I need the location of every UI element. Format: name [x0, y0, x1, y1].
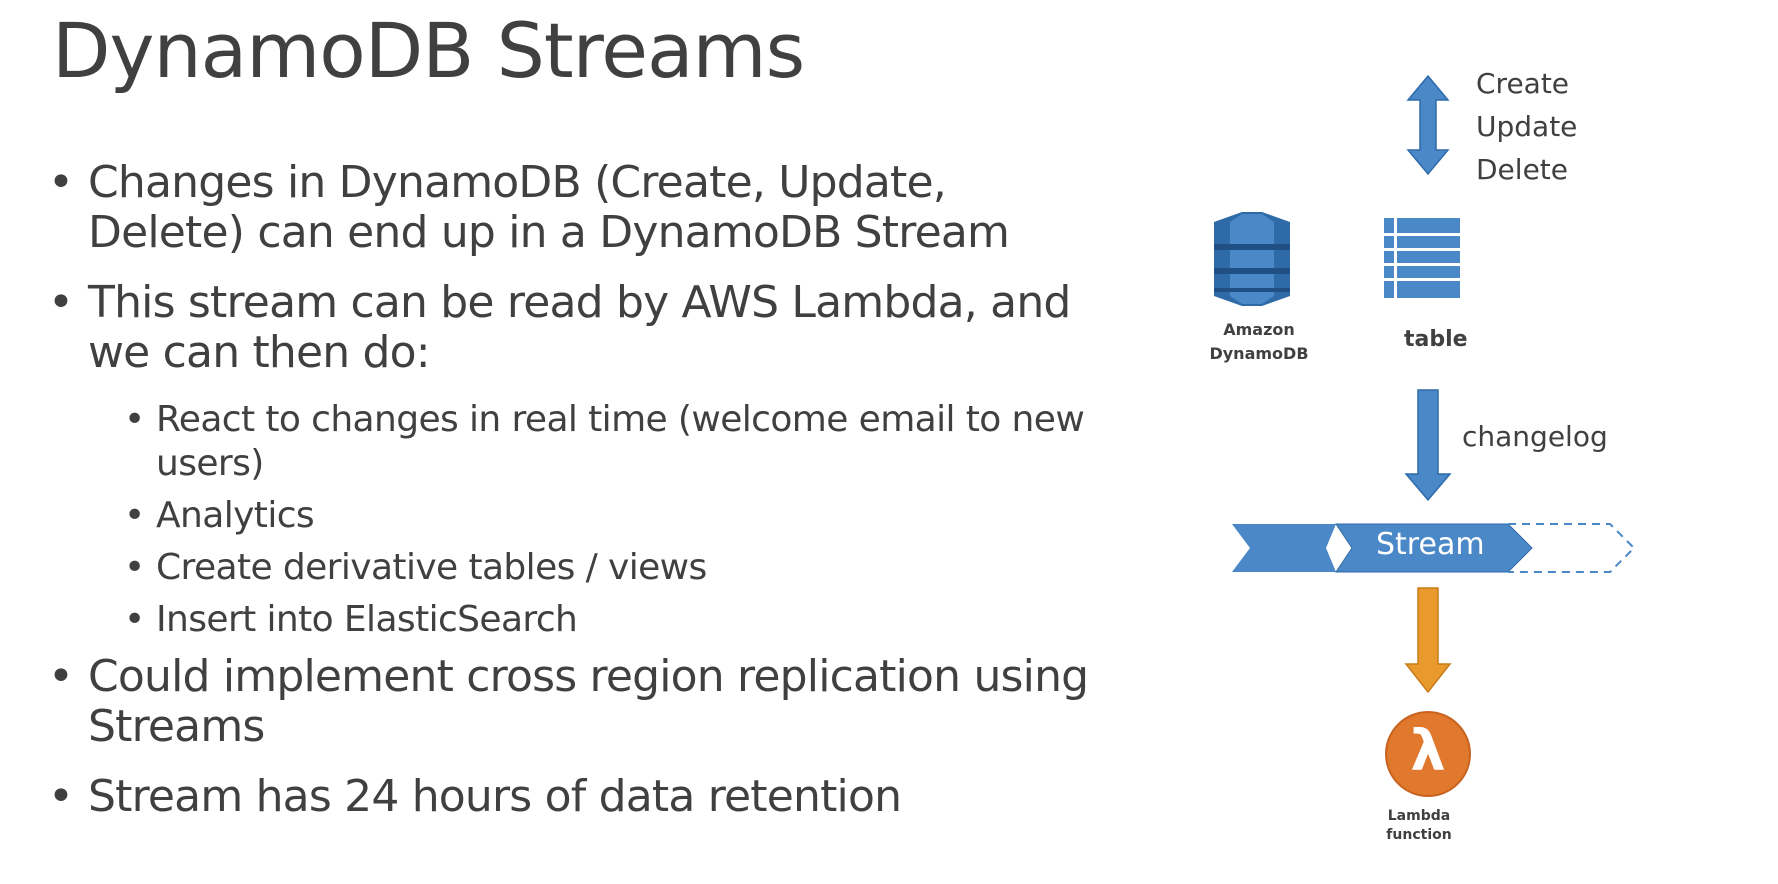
- sub-bullet-text: Create derivative tables / views: [156, 547, 707, 588]
- bullet-item: • Changes in DynamoDB (Create, Update, D…: [48, 158, 1108, 258]
- slide-title: DynamoDB Streams: [52, 6, 805, 95]
- dynamodb-label: Amazon DynamoDB: [1209, 320, 1309, 363]
- changelog-label: changelog: [1462, 420, 1608, 453]
- bullet-glyph: •: [124, 495, 145, 536]
- operations-label: Create Update Delete: [1476, 62, 1577, 191]
- bullet-glyph: •: [48, 771, 74, 822]
- changelog-arrow: [1404, 389, 1452, 502]
- bullet-text: Changes in DynamoDB (Create, Update, Del…: [88, 157, 1010, 258]
- lambda-trigger-arrow: [1404, 587, 1452, 694]
- operation-delete: Delete: [1476, 153, 1568, 186]
- stream-label: Stream: [1376, 527, 1485, 562]
- bullet-text: This stream can be read by AWS Lambda, a…: [88, 277, 1071, 378]
- bullet-glyph: •: [124, 599, 145, 640]
- sub-bullet-list: • React to changes in real time (welcome…: [48, 398, 1108, 642]
- operation-create: Create: [1476, 67, 1570, 100]
- bullet-glyph: •: [124, 547, 145, 588]
- operation-update: Update: [1476, 110, 1578, 143]
- lambda-glyph: λ: [1410, 719, 1446, 784]
- sub-bullet-item: • React to changes in real time (welcome…: [124, 398, 1108, 486]
- lambda-label: Lambda function: [1386, 808, 1452, 843]
- crud-double-arrow: [1406, 74, 1450, 176]
- table-label: table: [1404, 327, 1468, 352]
- table-icon: [1384, 218, 1460, 298]
- sub-bullet-item: • Insert into ElasticSearch: [124, 598, 1108, 642]
- bullet-item: • Could implement cross region replicati…: [48, 652, 1108, 752]
- bullet-list: • Changes in DynamoDB (Create, Update, D…: [48, 158, 1108, 822]
- bullet-text: Could implement cross region replication…: [88, 651, 1089, 752]
- sub-bullet-text: Analytics: [156, 495, 315, 536]
- bullet-glyph: •: [48, 651, 74, 702]
- bullet-item: • Stream has 24 hours of data retention: [48, 772, 1108, 822]
- bullet-glyph: •: [48, 157, 74, 208]
- bullet-text: Stream has 24 hours of data retention: [88, 771, 902, 822]
- sub-bullet-text: Insert into ElasticSearch: [156, 599, 578, 640]
- stream-diagram: Create Update Delete Amazon DynamoDB tab…: [1190, 0, 1778, 884]
- sub-bullet-item: • Create derivative tables / views: [124, 546, 1108, 590]
- bullet-glyph: •: [124, 399, 145, 440]
- sub-bullet-item: • Analytics: [124, 494, 1108, 538]
- bullet-glyph: •: [48, 277, 74, 328]
- dynamodb-icon: [1214, 212, 1290, 306]
- bullet-item: • This stream can be read by AWS Lambda,…: [48, 278, 1108, 378]
- sub-bullet-text: React to changes in real time (welcome e…: [156, 399, 1085, 484]
